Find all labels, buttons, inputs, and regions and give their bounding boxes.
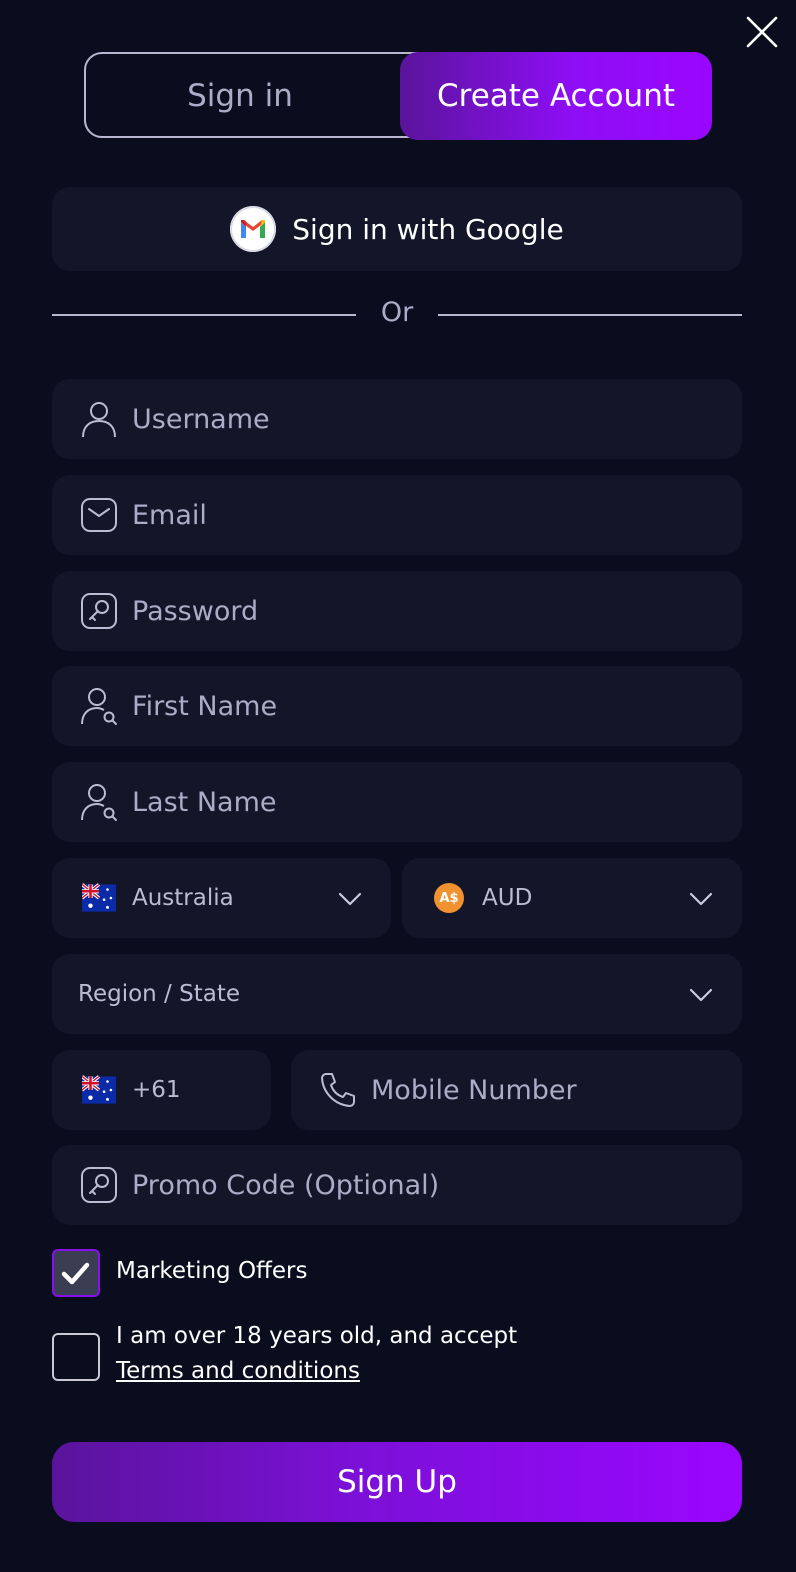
password-placeholder: Password — [132, 595, 259, 627]
last-name-placeholder: Last Name — [132, 786, 277, 818]
phone-code-value: +61 — [132, 1077, 181, 1103]
country-select[interactable]: Australia — [52, 858, 391, 938]
mail-icon — [81, 498, 117, 532]
user-search-icon — [81, 688, 117, 725]
tab-sign-in[interactable]: Sign in — [84, 52, 396, 140]
password-field[interactable]: Password — [52, 571, 742, 651]
mobile-number-field[interactable]: Mobile Number — [291, 1050, 742, 1130]
key-icon — [81, 593, 117, 629]
tab-create-account[interactable]: Create Account — [400, 52, 712, 140]
google-sign-in-button[interactable]: Sign in with Google — [52, 187, 742, 271]
google-sign-in-label: Sign in with Google — [292, 212, 564, 246]
user-search-icon — [81, 784, 117, 821]
sign-up-button[interactable]: Sign Up — [52, 1442, 742, 1522]
mobile-number-placeholder: Mobile Number — [371, 1074, 577, 1106]
terms-link[interactable]: Terms and conditions — [116, 1358, 360, 1384]
auth-tabs: Sign in Create Account — [84, 52, 712, 140]
check-icon — [61, 1262, 90, 1285]
marketing-offers-checkbox[interactable] — [52, 1249, 100, 1297]
chevron-down-icon — [689, 892, 713, 906]
phone-code-select[interactable]: +61 — [52, 1050, 271, 1130]
email-placeholder: Email — [132, 499, 207, 531]
flag-au-icon — [82, 1075, 116, 1104]
age-terms-checkbox[interactable] — [52, 1333, 100, 1381]
marketing-offers-label: Marketing Offers — [116, 1258, 308, 1284]
currency-value: AUD — [482, 885, 533, 911]
phone-icon — [321, 1073, 355, 1107]
or-divider: Or — [52, 295, 742, 335]
currency-aud-icon: A$ — [434, 883, 464, 913]
close-icon[interactable] — [744, 14, 780, 50]
promo-code-field[interactable]: Promo Code (Optional) — [52, 1145, 742, 1225]
chevron-down-icon — [338, 892, 362, 906]
gmail-icon — [230, 206, 277, 252]
or-text: Or — [380, 297, 414, 328]
email-field[interactable]: Email — [52, 475, 742, 555]
divider-line-right — [438, 314, 742, 316]
username-placeholder: Username — [132, 403, 270, 435]
chevron-down-icon — [689, 988, 713, 1002]
age-terms-label: I am over 18 years old, and accept — [116, 1323, 518, 1349]
username-field[interactable]: Username — [52, 379, 742, 459]
region-placeholder: Region / State — [78, 981, 240, 1007]
first-name-field[interactable]: First Name — [52, 666, 742, 746]
last-name-field[interactable]: Last Name — [52, 762, 742, 842]
promo-code-placeholder: Promo Code (Optional) — [132, 1169, 440, 1201]
flag-au-icon — [82, 883, 116, 912]
region-select[interactable]: Region / State — [52, 954, 742, 1034]
currency-select[interactable]: A$ AUD — [402, 858, 742, 938]
country-value: Australia — [132, 885, 234, 911]
first-name-placeholder: First Name — [132, 690, 278, 722]
key-icon — [81, 1167, 117, 1203]
user-icon — [82, 402, 116, 438]
